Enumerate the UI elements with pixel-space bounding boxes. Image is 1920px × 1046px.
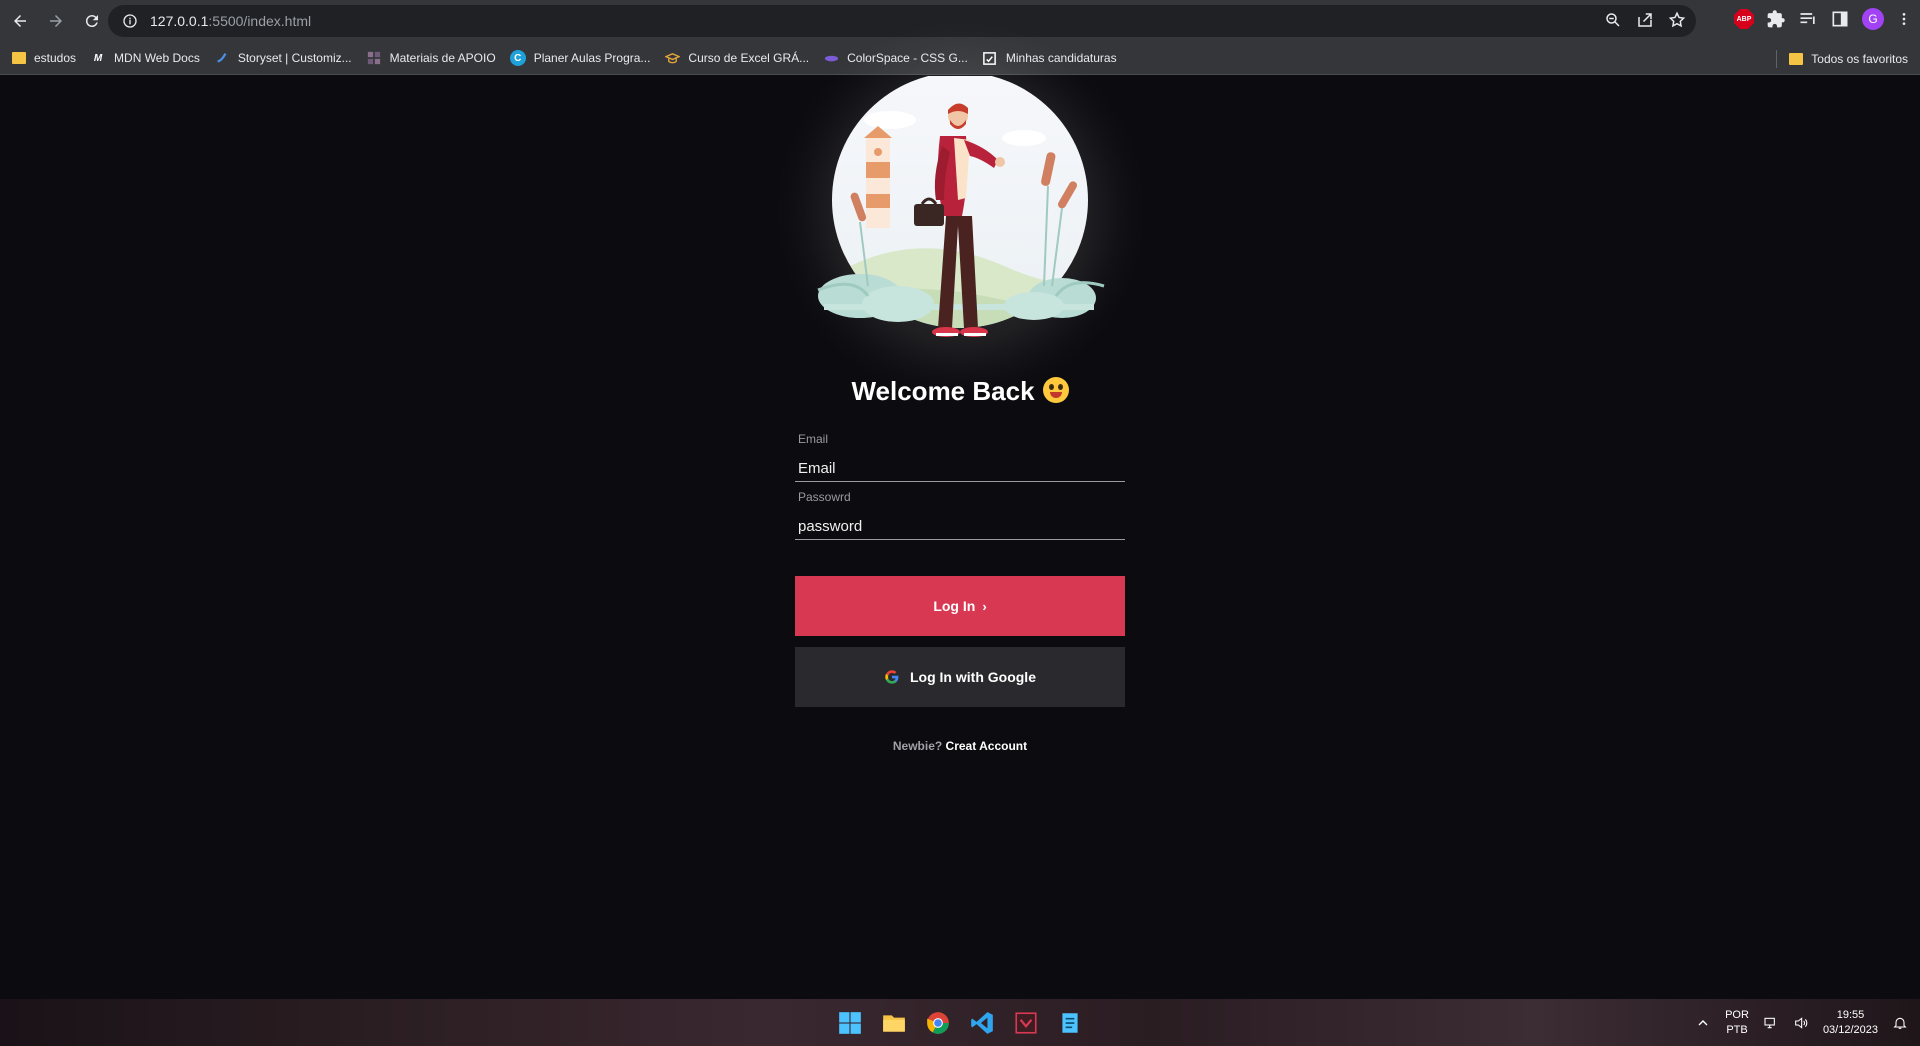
email-field-group: Email: [795, 432, 1125, 482]
password-field-group: Passowrd: [795, 490, 1125, 540]
hero-illustration: [794, 76, 1126, 376]
bookmark-planer[interactable]: C Planer Aulas Progra...: [509, 50, 651, 66]
chevron-up-icon[interactable]: [1695, 1015, 1711, 1031]
colorspace-icon: [823, 50, 839, 66]
google-icon: [885, 670, 899, 684]
signup-question: Newbie?: [892, 739, 943, 753]
url-host: 127.0.0.1: [150, 13, 209, 29]
address-bar[interactable]: 127.0.0.1:5500/index.html: [108, 5, 1696, 37]
keyboard-layout: PTB: [1726, 1023, 1748, 1036]
notepad-button[interactable]: [1054, 1007, 1086, 1039]
bookmark-label: Storyset | Customiz...: [237, 51, 352, 65]
app-button[interactable]: [1010, 1007, 1042, 1039]
bookmark-label: Materiais de APOIO: [389, 51, 496, 65]
login-page: Welcome Back Email Passowrd Log In › Log…: [0, 76, 1920, 999]
back-button[interactable]: [4, 5, 36, 37]
folder-icon: [883, 1015, 905, 1032]
password-input[interactable]: [795, 514, 1125, 540]
start-button[interactable]: [834, 1007, 866, 1039]
file-explorer-button[interactable]: [878, 1007, 910, 1039]
zoom-icon[interactable]: [1604, 11, 1622, 29]
bookmarks-bar: estudos M MDN Web Docs Storyset | Customi…: [0, 42, 1920, 75]
all-bookmarks-folder[interactable]: Todos os favoritos: [1776, 50, 1908, 68]
volume-icon[interactable]: [1793, 1015, 1809, 1031]
bookmark-label: ColorSpace - CSS G...: [847, 51, 968, 65]
adblock-extension-button[interactable]: ABP: [1734, 9, 1754, 29]
email-input[interactable]: [795, 456, 1125, 482]
clock-time: 19:55: [1836, 1008, 1865, 1021]
bookmark-excel[interactable]: Curso de Excel GRÁ...: [664, 50, 809, 66]
login-form: Email Passowrd Log In › Log In with Goog…: [795, 432, 1125, 753]
google-login-button[interactable]: Log In with Google: [795, 647, 1125, 707]
chevron-right-icon: ›: [982, 598, 987, 614]
extensions-area: ABP G: [1734, 8, 1912, 30]
browser-toolbar: 127.0.0.1:5500/index.html ABP G: [0, 0, 1920, 42]
bookmark-storyset[interactable]: Storyset | Customiz...: [214, 50, 352, 66]
vscode-button[interactable]: [966, 1007, 998, 1039]
folder-icon: [1789, 53, 1804, 65]
bookmark-materiais[interactable]: Materiais de APOIO: [366, 50, 496, 66]
side-panel-icon[interactable]: [1830, 9, 1850, 29]
bookmark-colorspace[interactable]: ColorSpace - CSS G...: [823, 50, 968, 66]
network-icon[interactable]: [1763, 1015, 1779, 1031]
all-bookmarks-label: Todos os favoritos: [1811, 52, 1908, 66]
email-label: Email: [798, 432, 829, 446]
document-icon: [982, 50, 998, 66]
profile-avatar[interactable]: G: [1862, 8, 1884, 30]
forward-arrow-icon: [50, 15, 62, 27]
separator: [1776, 50, 1778, 68]
grinning-emoji-icon: [1042, 377, 1069, 404]
system-tray: POR PTB 19:55 03/12/2023: [1695, 999, 1908, 1046]
forward-button[interactable]: [40, 5, 72, 37]
url-text: 127.0.0.1:5500/index.html: [150, 13, 311, 29]
notification-bell-icon[interactable]: [1892, 1015, 1908, 1031]
folder-icon: [12, 52, 26, 64]
back-arrow-icon: [14, 15, 26, 27]
info-icon[interactable]: [122, 13, 138, 29]
chrome-button[interactable]: [922, 1007, 954, 1039]
page-title: Welcome Back: [0, 376, 1920, 407]
bookmark-estudos[interactable]: estudos: [12, 51, 76, 65]
login-button[interactable]: Log In ›: [795, 576, 1125, 636]
bookmark-candidaturas[interactable]: Minhas candidaturas: [982, 50, 1117, 66]
checkmark-app-icon: [1015, 1012, 1037, 1034]
reload-icon: [85, 15, 98, 28]
password-label: Passowrd: [798, 490, 851, 504]
share-icon[interactable]: [1636, 11, 1654, 29]
mdn-icon: M: [93, 52, 103, 64]
bookmark-label: MDN Web Docs: [114, 51, 200, 65]
storyset-icon: [214, 50, 230, 66]
bookmark-mdn[interactable]: M MDN Web Docs: [90, 50, 200, 66]
omnibox-actions: [1604, 11, 1686, 29]
windows-taskbar: POR PTB 19:55 03/12/2023: [0, 999, 1920, 1046]
canva-icon: C: [509, 50, 526, 66]
notepad-icon: [1062, 1013, 1078, 1033]
reading-list-icon[interactable]: [1798, 9, 1818, 29]
kebab-menu-icon[interactable]: [1896, 9, 1912, 29]
bookmark-label: Planer Aulas Progra...: [533, 51, 651, 65]
taskbar-apps: [834, 1007, 1086, 1039]
welcome-text: Welcome Back: [851, 376, 1035, 406]
google-button-label: Log In with Google: [910, 669, 1036, 685]
clock-date: 03/12/2023: [1822, 1023, 1878, 1036]
url-path: :5500/index.html: [208, 13, 312, 29]
puzzle-extensions-icon[interactable]: [1766, 9, 1786, 29]
bookmark-label: Minhas candidaturas: [1005, 51, 1117, 65]
windows-logo-icon: [839, 1012, 861, 1034]
chrome-icon: [927, 1012, 949, 1034]
language-indicator[interactable]: POR PTB: [1725, 1008, 1749, 1038]
grid-icon: [366, 50, 382, 66]
signup-prompt: Newbie? Creat Account: [795, 739, 1125, 753]
businessman-illustration: [817, 76, 1105, 337]
create-account-link[interactable]: Creat Account: [946, 739, 1028, 753]
clock[interactable]: 19:55 03/12/2023: [1823, 1008, 1878, 1038]
login-button-label: Log In: [933, 598, 976, 614]
graduation-cap-icon: [664, 50, 680, 66]
bookmark-star-icon[interactable]: [1668, 11, 1686, 29]
language-code: POR: [1725, 1008, 1749, 1021]
bookmark-label: estudos: [34, 51, 77, 65]
vscode-icon: [971, 1012, 993, 1034]
reload-button[interactable]: [76, 5, 108, 37]
bookmark-label: Curso de Excel GRÁ...: [688, 51, 810, 65]
